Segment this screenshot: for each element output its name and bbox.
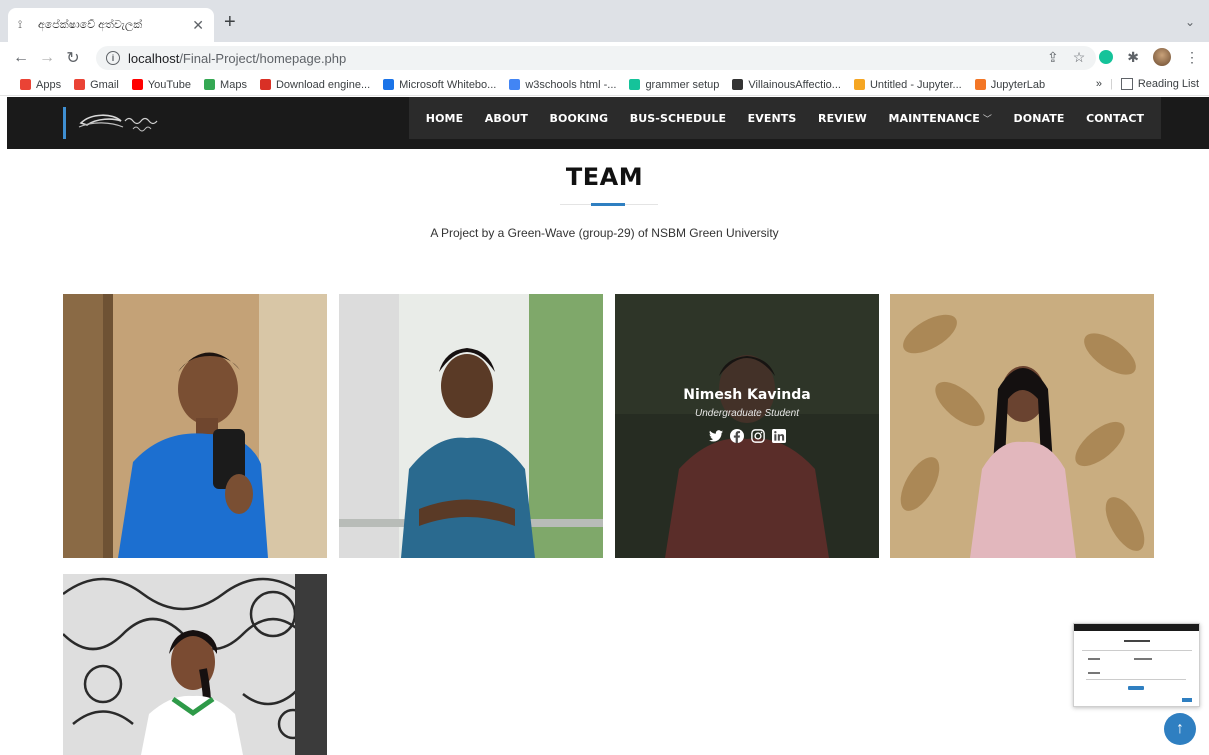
bookmark-item[interactable]: Maps [204,79,247,91]
nav-contact[interactable]: CONTACT [1086,112,1144,125]
twitter-icon[interactable] [708,429,723,443]
bookmark-label: Gmail [90,78,119,91]
member-photo [890,294,1154,558]
team-member-card[interactable] [890,294,1154,558]
main-navigation: HOME ABOUT BOOKING BUS-SCHEDULE EVENTS R… [409,97,1161,139]
reading-list-icon [1120,78,1133,90]
browser-tab[interactable]: ⟟ අපේක්ෂාවේ අත්වැලක් ✕ [8,8,214,42]
member-role: Undergraduate Student [695,408,799,419]
bookmark-label: grammer setup [645,78,720,91]
member-photo [339,294,603,558]
bookmarks-bar: Apps Gmail YouTube Maps Download engine... Mi… [0,74,1209,96]
team-member-card-featured[interactable]: Nimesh Kavinda Undergraduate Student [615,294,879,558]
forward-arrow-icon[interactable]: → [34,49,60,67]
nav-maintenance[interactable]: MAINTENANCE ﹀ [888,112,992,125]
member-socials [708,429,786,443]
logo-accent-bar [63,107,66,139]
bookmark-label: Maps [220,78,247,91]
member-name: Nimesh Kavinda [683,387,811,403]
grammarly-extension-icon[interactable] [1099,50,1114,64]
bookmark-star-icon[interactable]: ☆ [1073,49,1086,66]
bookmark-item[interactable]: Download engine... [259,78,371,91]
nav-bus-schedule[interactable]: BUS-SCHEDULE [630,112,726,125]
x-icon [259,79,271,90]
facebook-icon[interactable] [729,429,744,443]
profile-avatar[interactable] [1153,48,1171,66]
site-header: HOME ABOUT BOOKING BUS-SCHEDULE EVENTS R… [7,97,1209,149]
browser-menu-icon[interactable]: ⋮ [1185,49,1199,66]
bookmark-item[interactable]: JupyterLab [974,78,1046,91]
bookmark-label: YouTube [147,78,192,91]
google-icon [509,79,521,90]
nav-donate[interactable]: DONATE [1014,112,1065,125]
bookmark-item[interactable]: w3schools html -... [509,79,616,91]
favicon-icon: ⟟ [18,18,23,31]
maps-pin-icon [204,79,216,90]
whiteboard-icon [383,79,395,90]
extensions-puzzle-icon[interactable]: ✱ [1127,49,1139,66]
bookmark-label: Untitled - Jupyter... [869,78,962,91]
team-member-card[interactable] [339,294,603,558]
nav-about[interactable]: ABOUT [485,112,528,125]
title-accent-bar [591,203,625,206]
instagram-icon[interactable] [750,429,765,443]
section-title: TEAM [565,163,644,191]
nav-events[interactable]: EVENTS [748,112,797,125]
bookmark-item[interactable]: Microsoft Whitebo... [383,79,496,91]
nav-booking[interactable]: BOOKING [550,112,609,125]
nav-maintenance-label: MAINTENANCE [888,111,980,125]
bookmark-label: Apps [36,78,62,91]
browser-tabstrip: ⟟ අපේක්ෂාවේ අත්වැලක් ✕ + ⌄ [0,0,1209,42]
bookmark-label: VillainousAffectio... [748,78,841,91]
bookmark-item[interactable]: Gmail [74,79,119,91]
grammarly-icon [629,79,641,90]
preview-image [1074,624,1199,702]
reading-list-button[interactable]: Reading List [1138,78,1199,90]
back-arrow-icon[interactable]: ← [8,49,34,67]
address-bar[interactable]: i localhost/Final-Project/homepage.php [96,46,1096,70]
bookmark-item[interactable]: Apps [20,79,61,91]
app-icon [732,79,744,90]
site-info-icon[interactable]: i [106,51,120,65]
section-subtitle: A Project by a Green-Wave (group-29) of … [430,226,779,240]
browser-toolbar: ← → ↻ i localhost/Final-Project/homepage… [0,42,1209,74]
nav-home[interactable]: HOME [426,112,463,125]
chevron-down-icon: ﹀ [982,114,992,125]
arrow-up-icon: ↑ [1176,720,1184,737]
more-bookmarks-button[interactable]: » [1096,78,1102,90]
gmail-icon [74,79,86,90]
bookmark-label: Microsoft Whitebo... [399,78,497,91]
youtube-icon [131,79,143,90]
team-member-card[interactable] [63,294,327,558]
nav-review[interactable]: REVIEW [818,112,867,125]
member-overlay: Nimesh Kavinda Undergraduate Student [615,294,879,558]
url-text: localhost/Final-Project/homepage.php [128,50,347,66]
tab-title: අපේක්ෂාවේ අත්වැලක් [38,18,143,31]
bookmark-label: JupyterLab [990,78,1046,91]
member-photo [63,574,327,755]
jupyter-file-icon [853,79,865,90]
site-logo[interactable] [75,109,171,137]
reload-icon[interactable]: ↻ [60,48,86,68]
apps-grid-icon [20,79,31,90]
tab-search-icon[interactable]: ⌄ [1185,15,1195,29]
jupyter-icon [974,79,986,90]
new-tab-button[interactable]: + [224,11,236,34]
screenshot-preview-thumbnail[interactable] [1073,623,1200,707]
member-photo [63,294,327,558]
divider: | [1109,78,1113,90]
bookmark-item[interactable]: grammer setup [629,79,719,91]
bookmark-item[interactable]: VillainousAffectio... [732,79,841,91]
team-member-card[interactable] [63,574,327,755]
bookmark-item[interactable]: Untitled - Jupyter... [853,78,962,91]
bookmarks-overflow: » | Reading List [1096,78,1199,90]
share-icon[interactable]: ⇪ [1047,49,1059,66]
bookmark-label: w3schools html -... [525,78,617,91]
toolbar-actions: ⇪ ☆ ✱ ⋮ [1047,48,1199,66]
linkedin-icon[interactable] [771,429,786,443]
bookmark-label: Download engine... [275,78,371,91]
bookmark-item[interactable]: YouTube [131,78,192,91]
scroll-to-top-button[interactable]: ↑ [1164,713,1196,745]
close-tab-icon[interactable]: ✕ [192,17,204,34]
